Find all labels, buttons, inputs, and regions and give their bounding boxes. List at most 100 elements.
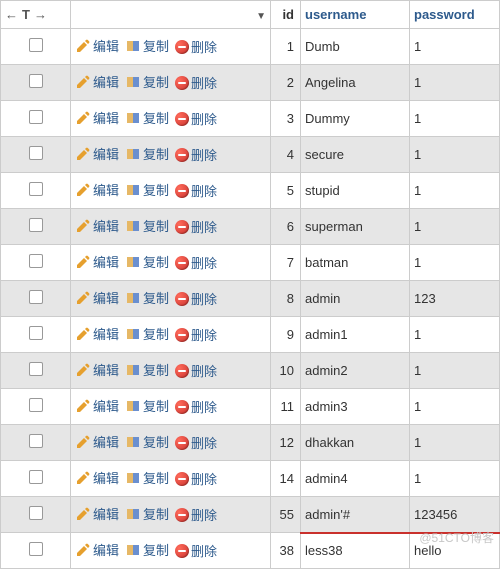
- delete-icon: [175, 184, 189, 198]
- edit-button[interactable]: 编辑: [75, 72, 119, 91]
- delete-button[interactable]: 删除: [175, 253, 217, 272]
- edit-button[interactable]: 编辑: [75, 216, 119, 235]
- edit-button[interactable]: 编辑: [75, 180, 119, 199]
- edit-button[interactable]: 编辑: [75, 360, 119, 379]
- pencil-icon: [75, 470, 91, 486]
- row-checkbox[interactable]: [29, 398, 43, 412]
- delete-button[interactable]: 删除: [175, 73, 217, 92]
- delete-button[interactable]: 删除: [175, 361, 217, 380]
- table-row: 编辑复制删除4secure1: [1, 137, 500, 173]
- username-cell: admin1: [301, 317, 410, 353]
- table-row: 编辑复制删除8admin123: [1, 281, 500, 317]
- edit-button[interactable]: 编辑: [75, 324, 119, 343]
- row-checkbox[interactable]: [29, 362, 43, 376]
- edit-button[interactable]: 编辑: [75, 396, 119, 415]
- edit-button[interactable]: 编辑: [75, 252, 119, 271]
- delete-button[interactable]: 删除: [175, 37, 217, 56]
- edit-button[interactable]: 编辑: [75, 108, 119, 127]
- row-checkbox[interactable]: [29, 218, 43, 232]
- id-cell: 55: [271, 497, 301, 533]
- copy-icon: [125, 74, 141, 90]
- copy-button[interactable]: 复制: [125, 36, 169, 55]
- row-checkbox[interactable]: [29, 326, 43, 340]
- username-cell: admin'#: [301, 497, 410, 533]
- copy-button[interactable]: 复制: [125, 468, 169, 487]
- delete-button[interactable]: 删除: [175, 109, 217, 128]
- edit-button[interactable]: 编辑: [75, 144, 119, 163]
- edit-label: 编辑: [93, 468, 119, 487]
- delete-button[interactable]: 删除: [175, 325, 217, 344]
- password-cell: 1: [410, 389, 500, 425]
- username-cell: stupid: [301, 173, 410, 209]
- copy-button[interactable]: 复制: [125, 288, 169, 307]
- copy-button[interactable]: 复制: [125, 180, 169, 199]
- edit-button[interactable]: 编辑: [75, 504, 119, 523]
- nav-t-icon[interactable]: T: [22, 7, 30, 22]
- row-checkbox[interactable]: [29, 254, 43, 268]
- copy-button[interactable]: 复制: [125, 72, 169, 91]
- col-password-header[interactable]: password: [410, 1, 500, 29]
- edit-button[interactable]: 编辑: [75, 432, 119, 451]
- row-checkbox[interactable]: [29, 38, 43, 52]
- copy-button[interactable]: 复制: [125, 432, 169, 451]
- row-checkbox[interactable]: [29, 434, 43, 448]
- pencil-icon: [75, 506, 91, 522]
- table-row: 编辑复制删除55admin'#123456: [1, 497, 500, 533]
- edit-button[interactable]: 编辑: [75, 288, 119, 307]
- delete-button[interactable]: 删除: [175, 433, 217, 452]
- delete-button[interactable]: 删除: [175, 541, 217, 560]
- copy-label: 复制: [143, 216, 169, 235]
- col-id-header[interactable]: id: [271, 1, 301, 29]
- pencil-icon: [75, 434, 91, 450]
- row-checkbox[interactable]: [29, 182, 43, 196]
- delete-label: 删除: [191, 541, 217, 560]
- copy-button[interactable]: 复制: [125, 216, 169, 235]
- delete-button[interactable]: 删除: [175, 181, 217, 200]
- delete-button[interactable]: 删除: [175, 469, 217, 488]
- copy-button[interactable]: 复制: [125, 396, 169, 415]
- copy-icon: [125, 290, 141, 306]
- pencil-icon: [75, 146, 91, 162]
- copy-button[interactable]: 复制: [125, 504, 169, 523]
- copy-icon: [125, 182, 141, 198]
- copy-button[interactable]: 复制: [125, 144, 169, 163]
- id-cell: 5: [271, 173, 301, 209]
- password-cell: 1: [410, 29, 500, 65]
- row-checkbox[interactable]: [29, 290, 43, 304]
- delete-button[interactable]: 删除: [175, 505, 217, 524]
- table-row: 编辑复制删除38less38hello: [1, 533, 500, 569]
- chevron-down-icon[interactable]: ▼: [256, 11, 266, 22]
- row-checkbox[interactable]: [29, 542, 43, 556]
- id-cell: 7: [271, 245, 301, 281]
- delete-label: 删除: [191, 109, 217, 128]
- edit-button[interactable]: 编辑: [75, 468, 119, 487]
- edit-label: 编辑: [93, 216, 119, 235]
- delete-button[interactable]: 删除: [175, 145, 217, 164]
- delete-button[interactable]: 删除: [175, 289, 217, 308]
- nav-last-icon[interactable]: →: [34, 7, 47, 22]
- delete-button[interactable]: 删除: [175, 397, 217, 416]
- nav-first-icon[interactable]: ←: [5, 7, 18, 22]
- row-checkbox[interactable]: [29, 74, 43, 88]
- row-checkbox[interactable]: [29, 110, 43, 124]
- delete-icon: [175, 400, 189, 414]
- row-checkbox[interactable]: [29, 470, 43, 484]
- password-cell: 123: [410, 281, 500, 317]
- copy-button[interactable]: 复制: [125, 360, 169, 379]
- edit-button[interactable]: 编辑: [75, 36, 119, 55]
- username-cell: admin2: [301, 353, 410, 389]
- checkbox-cell: [1, 317, 71, 353]
- row-checkbox[interactable]: [29, 506, 43, 520]
- copy-button[interactable]: 复制: [125, 252, 169, 271]
- pencil-icon: [75, 398, 91, 414]
- checkbox-cell: [1, 101, 71, 137]
- col-username-header[interactable]: username: [301, 1, 410, 29]
- copy-button[interactable]: 复制: [125, 324, 169, 343]
- data-table: ←T→ ▼ id username password 编辑复制删除1Dumb1编…: [0, 0, 500, 569]
- pencil-icon: [75, 326, 91, 342]
- delete-label: 删除: [191, 325, 217, 344]
- row-checkbox[interactable]: [29, 146, 43, 160]
- copy-button[interactable]: 复制: [125, 108, 169, 127]
- delete-button[interactable]: 删除: [175, 217, 217, 236]
- pencil-icon: [75, 362, 91, 378]
